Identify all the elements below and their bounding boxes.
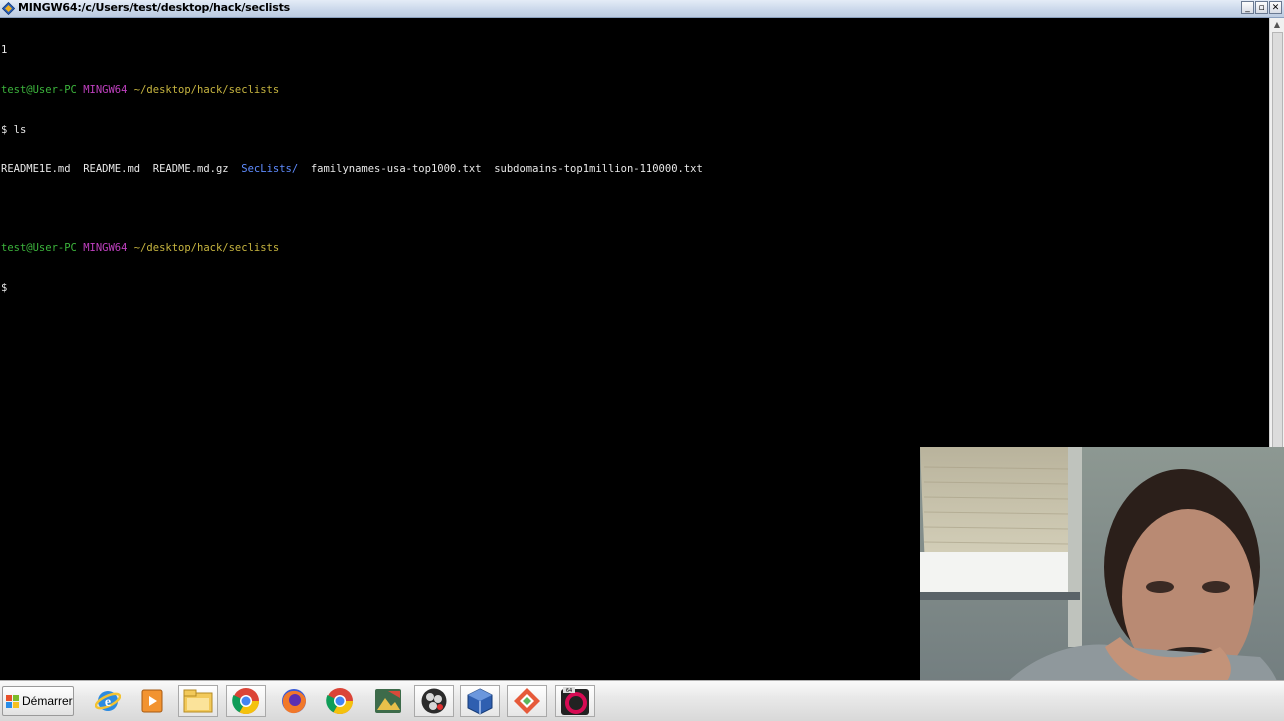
- title-bar[interactable]: MINGW64:/c/Users/test/desktop/hack/secli…: [0, 0, 1284, 18]
- file-entry: README.md.gz: [152, 163, 229, 176]
- taskbar: Démarrer e 64: [0, 680, 1284, 721]
- close-button[interactable]: ✕: [1269, 1, 1282, 14]
- chrome-icon[interactable]: [226, 685, 266, 717]
- scroll-up-icon[interactable]: ▲: [1270, 18, 1284, 31]
- file-entry: README1E.md: [1, 163, 71, 176]
- command-line: $ ls: [0, 124, 1270, 137]
- file-entry: familynames-usa-top1000.txt: [310, 163, 482, 176]
- window-title: MINGW64:/c/Users/test/desktop/hack/secli…: [18, 1, 290, 14]
- minimize-button[interactable]: _: [1241, 1, 1254, 14]
- prompt-path: ~/desktop/hack/seclists: [133, 84, 280, 96]
- window-controls: _ ▫ ✕: [1241, 1, 1282, 14]
- image-viewer-icon[interactable]: [368, 685, 408, 717]
- prompt-line: test@User-PC MINGW64 ~/desktop/hack/secl…: [0, 84, 1270, 97]
- file-entry: subdomains-top1million-110000.txt: [494, 163, 703, 176]
- internet-explorer-icon[interactable]: e: [88, 685, 128, 717]
- directory-entry: SecLists/: [241, 163, 299, 176]
- prompt-line: test@User-PC MINGW64 ~/desktop/hack/secl…: [0, 242, 1270, 255]
- prompt-path: ~/desktop/hack/seclists: [133, 242, 280, 255]
- svg-text:64: 64: [566, 688, 572, 694]
- svg-text:e: e: [105, 695, 111, 710]
- git-icon[interactable]: [507, 685, 547, 717]
- mingw-app-icon[interactable]: [2, 2, 15, 15]
- maximize-button[interactable]: ▫: [1255, 1, 1268, 14]
- chrome-icon[interactable]: [320, 685, 360, 717]
- file-explorer-icon[interactable]: [178, 685, 218, 717]
- prompt-system: MINGW64: [83, 242, 128, 255]
- command-line[interactable]: $: [0, 282, 1270, 295]
- file-entry: README.md: [83, 163, 141, 176]
- prompt-user: test@User-PC: [1, 84, 77, 96]
- ls-output-line: README1E.md README.md README.md.gz SecLi…: [0, 163, 1270, 176]
- prompt-system: MINGW64: [83, 84, 128, 96]
- debian-terminal-icon[interactable]: 64: [555, 685, 595, 717]
- media-player-icon[interactable]: [132, 685, 172, 717]
- terminal-text: 1: [1, 44, 8, 57]
- firefox-icon[interactable]: [274, 685, 314, 717]
- virtualbox-icon[interactable]: [460, 685, 500, 717]
- start-button[interactable]: Démarrer: [2, 686, 74, 716]
- terminal-line: 1: [0, 44, 1270, 57]
- start-label: Démarrer: [22, 694, 73, 708]
- obs-icon[interactable]: [414, 685, 454, 717]
- prompt-user: test@User-PC: [1, 242, 77, 255]
- command-prompt: $: [1, 281, 8, 294]
- command-text: $ ls: [1, 123, 27, 136]
- windows-logo-icon: [6, 694, 19, 708]
